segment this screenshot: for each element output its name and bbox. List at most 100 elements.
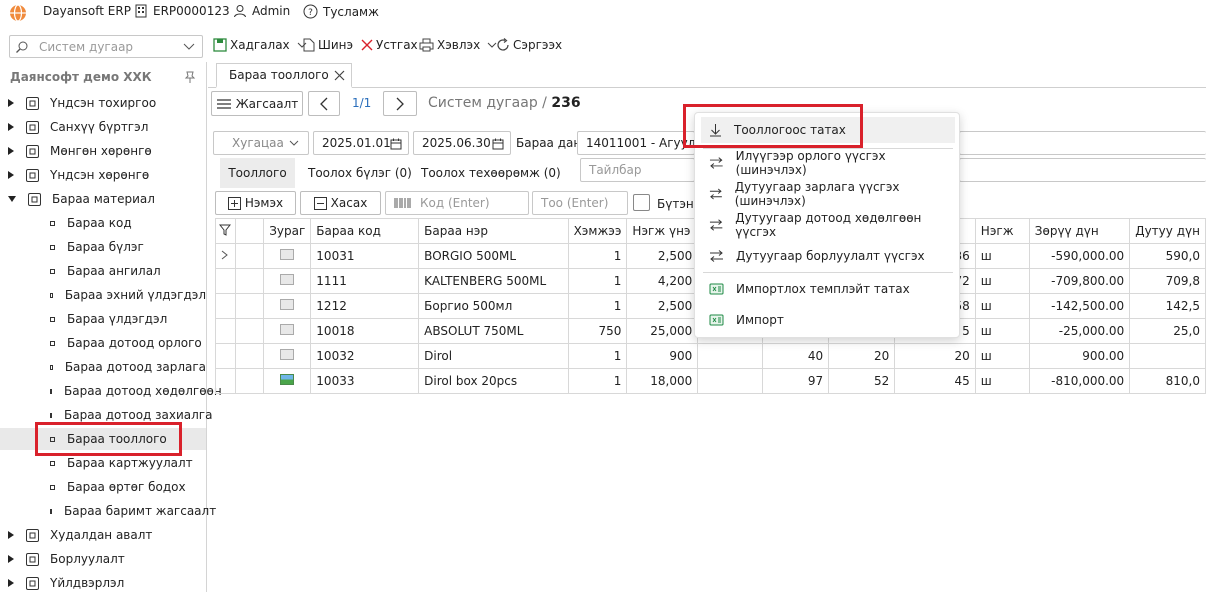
- cell-code[interactable]: 1111: [310, 268, 420, 294]
- sidebar-item-3[interactable]: Үндсэн хөрөнгө: [8, 164, 206, 186]
- cell-unit[interactable]: ш: [974, 293, 1030, 319]
- period-select[interactable]: Хугацаа: [213, 131, 309, 155]
- collapsed-arrow-icon[interactable]: [8, 147, 14, 155]
- collapsed-arrow-icon[interactable]: [8, 555, 14, 563]
- sidebar-item-7[interactable]: Бараа ангилал: [30, 260, 206, 282]
- cell-diff[interactable]: -25,000.00: [1028, 318, 1131, 344]
- delete-button[interactable]: Устгах: [361, 38, 418, 52]
- collapsed-arrow-icon[interactable]: [8, 531, 14, 539]
- cell-name[interactable]: BORGIO 500ML: [418, 243, 569, 269]
- cell-unit[interactable]: ш: [974, 243, 1030, 269]
- erp-id[interactable]: ERP0000123: [134, 4, 230, 18]
- date-to-field[interactable]: 2025.06.30: [413, 131, 511, 155]
- cell-short[interactable]: 142,5: [1129, 293, 1206, 319]
- cell-blank[interactable]: [234, 293, 265, 319]
- cell-size[interactable]: 1: [567, 293, 628, 319]
- code-input[interactable]: Код (Enter): [385, 191, 529, 215]
- all-checkbox[interactable]: [633, 194, 650, 211]
- sidebar-item-8[interactable]: Бараа эхний үлдэгдэл: [30, 284, 206, 306]
- header-image[interactable]: Зураг: [263, 218, 312, 244]
- cell-code[interactable]: 10032: [310, 343, 420, 369]
- chevron-right-icon[interactable]: [221, 250, 228, 260]
- account-field[interactable]: 14011001 - Агуулах: [577, 131, 695, 155]
- cell-diff[interactable]: -142,500.00: [1028, 293, 1131, 319]
- menu-item-import[interactable]: Импорт: [701, 307, 955, 333]
- cell-unit[interactable]: ш: [974, 268, 1030, 294]
- sidebar-item-0[interactable]: Үндсэн тохиргоо: [8, 92, 206, 114]
- cell-name[interactable]: Боргио 500мл: [418, 293, 569, 319]
- cell-short[interactable]: 25,0: [1129, 318, 1206, 344]
- header-unit[interactable]: Нэгж: [974, 218, 1030, 244]
- cell-image[interactable]: [263, 243, 312, 269]
- sidebar-item-10[interactable]: Бараа дотоод орлого: [30, 332, 206, 354]
- cell-price[interactable]: 4,200: [626, 268, 699, 294]
- cell-unit[interactable]: ш: [974, 343, 1030, 369]
- menu-item-shortage-expense[interactable]: Дутуугаар зарлага үүсгэх (шинэчлэх): [701, 180, 955, 208]
- cell-c3[interactable]: 20: [894, 343, 976, 369]
- sidebar-item-16[interactable]: Бараа өртөг бодох: [30, 476, 206, 498]
- sidebar-item-2[interactable]: Мөнгөн хөрөнгө: [8, 140, 206, 162]
- cell-price[interactable]: 2,500: [626, 293, 699, 319]
- sidebar-item-1[interactable]: Санхүү бүртгэл: [8, 116, 206, 138]
- next-button[interactable]: [383, 91, 417, 116]
- new-button[interactable]: Шинэ: [303, 38, 353, 52]
- table-row[interactable]: 10033 Dirol box 20pcs 1 18,000 97 52 45 ш -810,0…: [215, 368, 1206, 394]
- cell-code[interactable]: 10033: [310, 368, 420, 394]
- cell-short[interactable]: 590,0: [1129, 243, 1206, 269]
- cell-blank[interactable]: [234, 343, 265, 369]
- cell-size[interactable]: 1: [567, 368, 628, 394]
- cell-c2[interactable]: 20: [828, 343, 896, 369]
- cell-blank[interactable]: [234, 318, 265, 344]
- sidebar-item-11[interactable]: Бараа дотоод зарлага: [30, 356, 206, 378]
- calendar-icon[interactable]: [492, 138, 504, 150]
- menu-item-download-template[interactable]: Импортлох темплэйт татах: [701, 276, 955, 302]
- collapsed-arrow-icon[interactable]: [8, 99, 14, 107]
- cell-name[interactable]: Dirol: [418, 343, 569, 369]
- close-icon[interactable]: [334, 70, 345, 81]
- sidebar-item-19[interactable]: Борлуулалт: [8, 548, 206, 570]
- cell-size[interactable]: 1: [567, 343, 628, 369]
- cell-c0[interactable]: [697, 368, 764, 394]
- cell-image[interactable]: [263, 293, 312, 319]
- cell-blank[interactable]: [234, 243, 265, 269]
- cell-diff[interactable]: -709,800.00: [1028, 268, 1131, 294]
- cell-size[interactable]: 1: [567, 243, 628, 269]
- subtab-count-device[interactable]: Тоолох техөөрөмж (0): [421, 158, 561, 188]
- sidebar-item-6[interactable]: Бараа бүлэг: [30, 236, 206, 258]
- subtab-count-group[interactable]: Тоолох бүлэг (0): [308, 158, 412, 188]
- cell-price[interactable]: 18,000: [626, 368, 699, 394]
- cell-expand[interactable]: [215, 318, 236, 344]
- collapsed-arrow-icon[interactable]: [8, 579, 14, 587]
- menu-item-shortage-sale[interactable]: Дутуугаар борлуулалт үүсгэх: [701, 243, 955, 269]
- menu-item-shortage-transfer[interactable]: Дутуугаар дотоод хөдөлгөөн үүсгэх: [701, 211, 955, 239]
- cell-blank[interactable]: [234, 268, 265, 294]
- calendar-icon[interactable]: [390, 138, 402, 150]
- filter-cell[interactable]: [215, 218, 236, 244]
- header-code[interactable]: Бараа код: [310, 218, 420, 244]
- cell-unit[interactable]: ш: [974, 318, 1030, 344]
- cell-name[interactable]: ABSOLUT 750ML: [418, 318, 569, 344]
- cell-c1[interactable]: 97: [762, 368, 830, 394]
- cell-price[interactable]: 900: [626, 343, 699, 369]
- cell-name[interactable]: Dirol box 20pcs: [418, 368, 569, 394]
- cell-expand[interactable]: [215, 268, 236, 294]
- header-short[interactable]: Дутуу дүн: [1129, 218, 1206, 244]
- account-field-extension[interactable]: [959, 131, 1206, 155]
- cell-diff[interactable]: -810,000.00: [1028, 368, 1131, 394]
- save-button[interactable]: Хадгалах: [213, 38, 307, 52]
- cell-expand[interactable]: [215, 368, 236, 394]
- sidebar-item-5[interactable]: Бараа код: [30, 212, 206, 234]
- pin-icon[interactable]: [184, 71, 196, 84]
- header-name[interactable]: Бараа нэр: [418, 218, 569, 244]
- cell-image[interactable]: [263, 268, 312, 294]
- tab-inventory-count[interactable]: Бараа тооллого: [216, 63, 352, 88]
- cell-image[interactable]: [263, 343, 312, 369]
- cell-diff[interactable]: 900.00: [1028, 343, 1131, 369]
- subtab-count[interactable]: Тооллого: [220, 158, 295, 188]
- cell-short[interactable]: [1129, 343, 1206, 369]
- sidebar-item-18[interactable]: Худалдан авалт: [8, 524, 206, 546]
- date-from-field[interactable]: 2025.01.01: [313, 131, 409, 155]
- cell-short[interactable]: 709,8: [1129, 268, 1206, 294]
- app-name[interactable]: Dayansoft ERP: [43, 4, 131, 18]
- cell-image[interactable]: [263, 318, 312, 344]
